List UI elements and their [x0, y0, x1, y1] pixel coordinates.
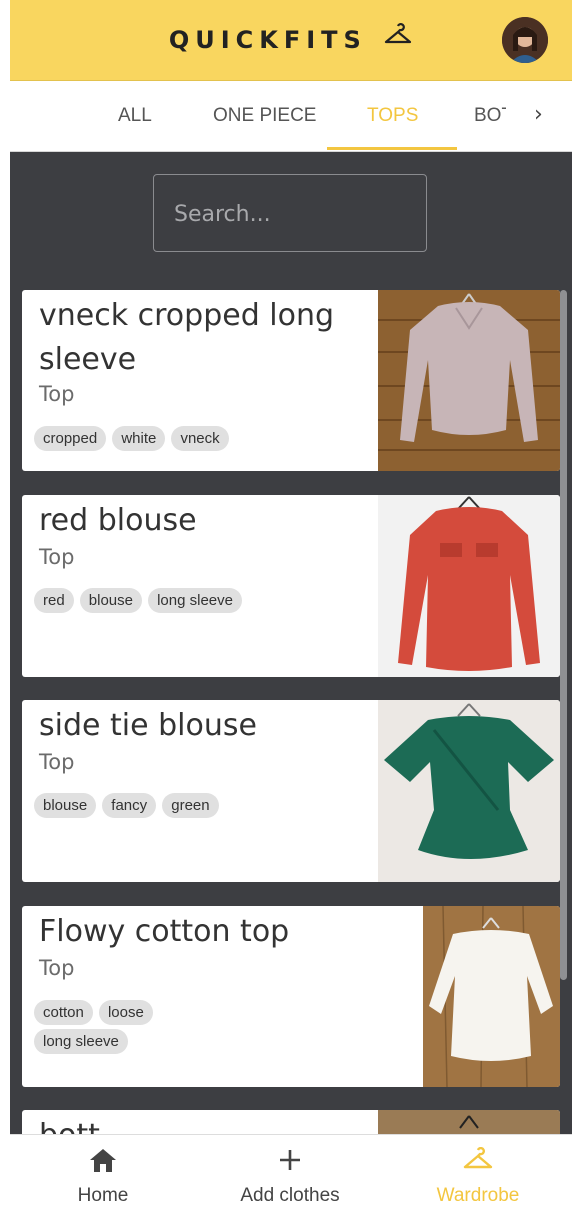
card-category: Top	[39, 956, 75, 980]
avatar[interactable]	[502, 17, 548, 63]
tag-chip[interactable]: green	[162, 793, 219, 818]
nav-label: Wardrobe	[436, 1185, 520, 1206]
tag-chip[interactable]: long sleeve	[148, 588, 242, 613]
active-tab-indicator	[327, 147, 457, 150]
card-title: red blouse	[39, 503, 197, 538]
tag-chip[interactable]: red	[34, 588, 74, 613]
brand-name: QUICKFITS	[168, 26, 367, 54]
tag-chip[interactable]: fancy	[102, 793, 157, 818]
clothing-card[interactable]: vneck cropped long sleeve Top cropped wh…	[22, 290, 560, 471]
app-header: QUICKFITS	[10, 0, 572, 81]
nav-add-clothes[interactable]: Add clothes	[215, 1147, 365, 1207]
tag-chip[interactable]: vneck	[171, 426, 229, 451]
clothing-photo	[378, 700, 560, 882]
tab-tops[interactable]: TOPS	[367, 105, 418, 127]
nav-label: Add clothes	[240, 1185, 340, 1206]
card-category: Top	[39, 750, 75, 774]
card-category: Top	[39, 382, 75, 406]
brand-logo[interactable]: QUICKFITS	[10, 23, 572, 54]
card-title: Flowy cotton top	[39, 914, 290, 949]
category-tabs: ALL ONE PIECE TOPS BOT ›	[10, 81, 572, 152]
tag-chip[interactable]: cotton	[34, 1000, 93, 1025]
chevron-right-icon[interactable]: ›	[534, 102, 543, 127]
tag-chip[interactable]: loose	[98, 1000, 153, 1025]
card-title: side tie blouse	[39, 708, 257, 743]
tag-list: red blouse long sleeve	[34, 588, 364, 617]
card-category: Top	[39, 545, 75, 569]
hanger-icon	[462, 1146, 494, 1178]
nav-label: Home	[77, 1185, 129, 1206]
tag-chip[interactable]: blouse	[34, 793, 97, 818]
tag-chip[interactable]: cropped	[34, 426, 107, 451]
tab-all[interactable]: ALL	[118, 105, 152, 127]
search-box[interactable]	[153, 174, 427, 252]
tag-chip[interactable]: white	[112, 426, 166, 451]
clothing-card[interactable]: Flowy cotton top Top cotton loose long s…	[22, 906, 560, 1087]
plus-icon	[277, 1150, 303, 1178]
app-container: vneck cropped long sleeve Top cropped wh…	[10, 0, 572, 1216]
clothing-photo	[378, 495, 560, 677]
tag-chip[interactable]: long sleeve	[34, 1029, 128, 1054]
card-title: vneck cropped long sleeve	[39, 298, 335, 377]
search-input[interactable]	[172, 197, 406, 231]
bottom-navigation: Home Add clothes Wardrobe	[10, 1134, 572, 1216]
nav-wardrobe[interactable]: Wardrobe	[403, 1146, 553, 1207]
tag-list: cotton loose long sleeve	[34, 1000, 184, 1058]
home-icon	[88, 1149, 118, 1178]
scrollbar[interactable]	[560, 290, 567, 980]
tag-list: blouse fancy green	[34, 793, 364, 822]
clothing-photo	[423, 906, 560, 1087]
hanger-icon	[383, 23, 413, 53]
clothing-photo	[378, 290, 560, 471]
clothing-card[interactable]: red blouse Top red blouse long sleeve	[22, 495, 560, 677]
tag-list: cropped white vneck	[34, 426, 364, 455]
tag-chip[interactable]: blouse	[79, 588, 142, 613]
nav-home[interactable]: Home	[28, 1147, 178, 1207]
tab-one-piece[interactable]: ONE PIECE	[213, 105, 316, 127]
clothing-card[interactable]: side tie blouse Top blouse fancy green	[22, 700, 560, 882]
